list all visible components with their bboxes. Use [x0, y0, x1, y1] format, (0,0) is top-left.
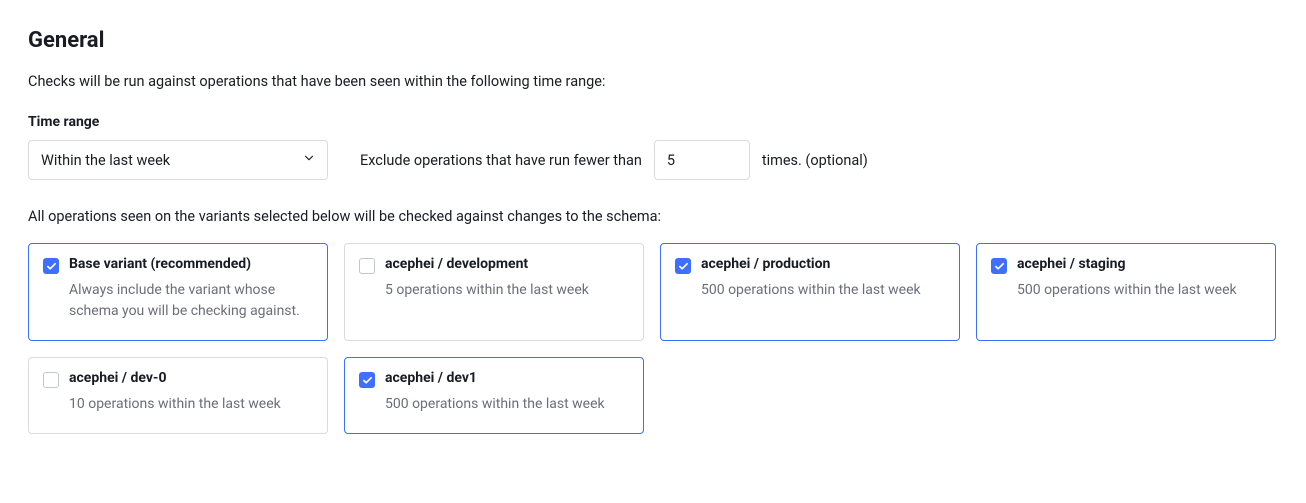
time-range-value: Within the last week [41, 152, 170, 169]
variant-card[interactable]: Base variant (recommended) Always include… [28, 243, 328, 341]
variant-card-title: acephei / staging [1017, 256, 1261, 272]
variant-card-subtitle: 500 operations within the last week [701, 280, 945, 301]
variant-card[interactable]: acephei / development 5 operations within… [344, 243, 644, 341]
exclude-count-input[interactable] [654, 140, 750, 180]
exclude-prefix: Exclude operations that have run fewer t… [360, 152, 642, 169]
variant-card[interactable]: acephei / production 500 operations withi… [660, 243, 960, 341]
controls-row: Within the last week Exclude operations … [28, 140, 1278, 180]
time-range-select[interactable]: Within the last week [28, 140, 328, 180]
check-icon [994, 261, 1005, 272]
time-range-select-wrap: Within the last week [28, 140, 328, 180]
variants-grid: Base variant (recommended) Always include… [28, 243, 1278, 434]
time-range-label: Time range [28, 114, 1278, 130]
variant-card-body: acephei / development 5 operations within… [385, 256, 629, 301]
variant-checkbox[interactable] [359, 258, 375, 274]
variant-card[interactable]: acephei / dev1 500 operations within the … [344, 357, 644, 434]
page-title: General [28, 28, 1278, 53]
exclude-suffix: times. (optional) [762, 152, 868, 169]
variant-card-subtitle: 500 operations within the last week [385, 394, 629, 415]
variant-card-title: acephei / development [385, 256, 629, 272]
variant-checkbox[interactable] [43, 258, 59, 274]
variant-checkbox[interactable] [359, 372, 375, 388]
variant-card-title: acephei / dev-0 [69, 370, 313, 386]
variant-card-body: acephei / production 500 operations withi… [701, 256, 945, 301]
variant-card[interactable]: acephei / dev-0 10 operations within the … [28, 357, 328, 434]
variant-checkbox[interactable] [991, 258, 1007, 274]
variant-card-body: acephei / dev-0 10 operations within the … [69, 370, 313, 415]
variant-card[interactable]: acephei / staging 500 operations within t… [976, 243, 1276, 341]
variants-intro: All operations seen on the variants sele… [28, 208, 1278, 225]
variant-checkbox[interactable] [675, 258, 691, 274]
variant-card-body: acephei / dev1 500 operations within the … [385, 370, 629, 415]
check-icon [678, 261, 689, 272]
check-icon [46, 261, 57, 272]
variant-checkbox[interactable] [43, 372, 59, 388]
exclude-row: Exclude operations that have run fewer t… [360, 140, 868, 180]
variant-card-subtitle: Always include the variant whose schema … [69, 280, 313, 322]
intro-text: Checks will be run against operations th… [28, 73, 1278, 90]
variant-card-subtitle: 500 operations within the last week [1017, 280, 1261, 301]
variant-card-title: acephei / production [701, 256, 945, 272]
variant-card-subtitle: 5 operations within the last week [385, 280, 629, 301]
variant-card-body: Base variant (recommended) Always include… [69, 256, 313, 322]
variant-card-title: Base variant (recommended) [69, 256, 313, 272]
check-icon [362, 375, 373, 386]
variant-card-subtitle: 10 operations within the last week [69, 394, 313, 415]
variant-card-title: acephei / dev1 [385, 370, 629, 386]
variant-card-body: acephei / staging 500 operations within t… [1017, 256, 1261, 301]
